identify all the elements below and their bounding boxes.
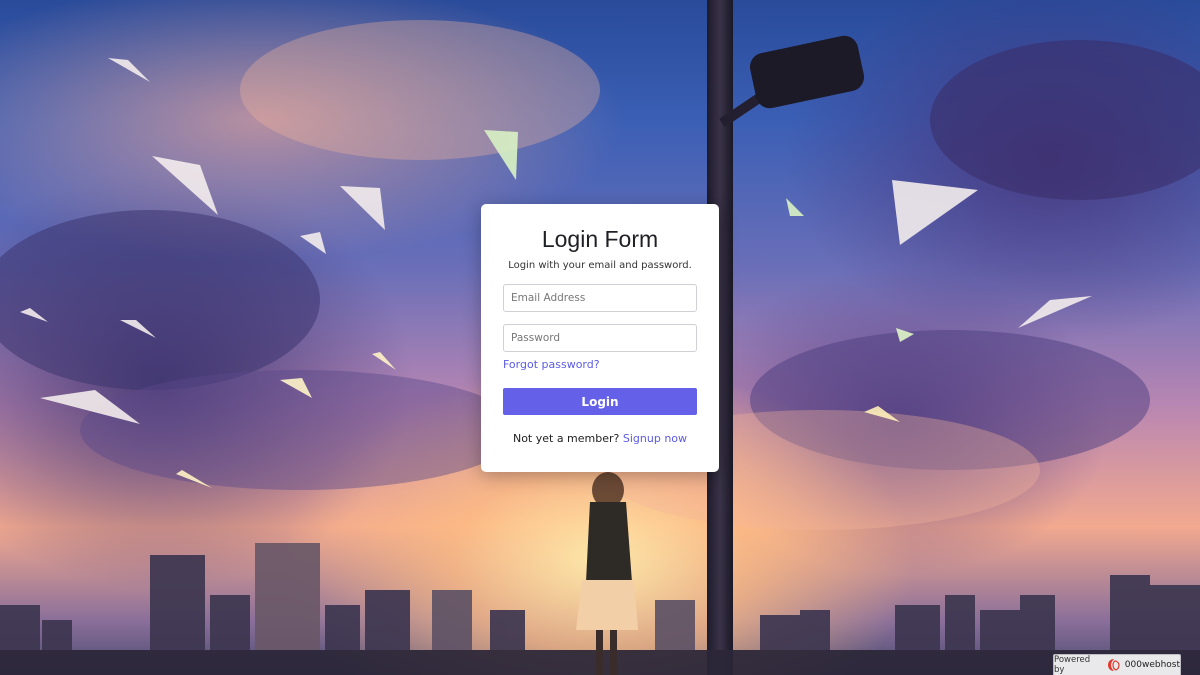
forgot-password-link[interactable]: Forgot password? [503,358,600,371]
email-field[interactable] [503,284,697,312]
brand-name: 000webhost [1124,660,1180,670]
signup-link[interactable]: Signup now [623,432,687,445]
not-member-text: Not yet a member? [512,432,623,445]
login-form-card: Login Form Login with your email and pas… [481,204,719,472]
000webhost-logo-icon [1107,658,1121,672]
login-form-subtitle: Login with your email and password. [508,260,692,271]
powered-by-label: Powered by [1054,655,1091,675]
powered-by-badge[interactable]: Powered by 000webhost [1053,654,1181,675]
login-button[interactable]: Login [503,388,697,415]
password-field[interactable] [503,324,697,352]
login-form-title: Login Form [541,226,659,252]
signup-prompt: Not yet a member? Signup now [481,432,719,445]
girl-figure [576,472,638,675]
